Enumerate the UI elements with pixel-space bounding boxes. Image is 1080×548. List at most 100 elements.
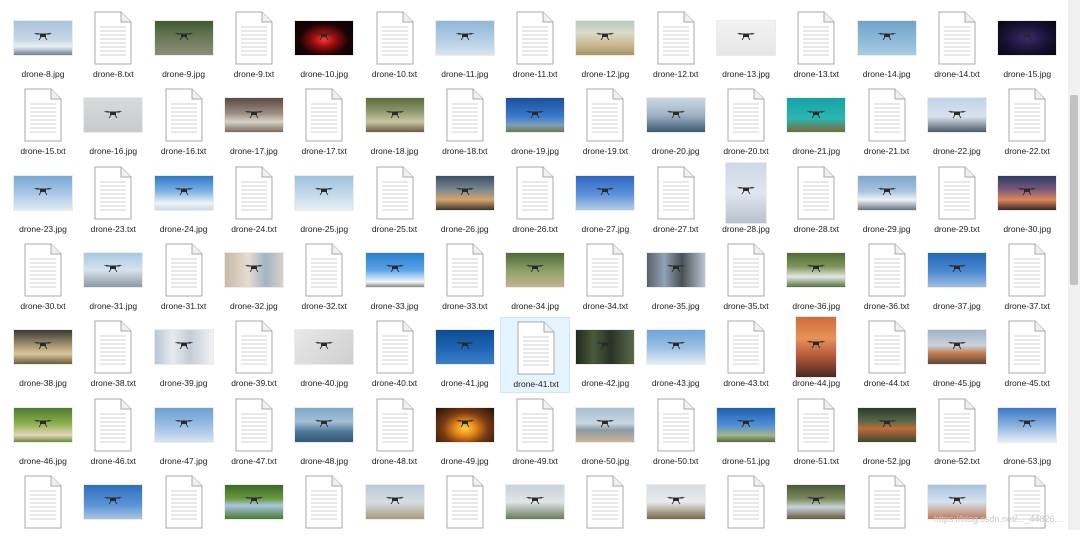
text-file-item[interactable] — [852, 472, 922, 548]
image-file-item[interactable] — [922, 472, 992, 548]
text-file-item[interactable]: drone-47.txt — [219, 395, 289, 471]
text-file-item[interactable]: drone-11.txt — [500, 8, 570, 84]
text-file-item[interactable]: drone-31.txt — [149, 240, 219, 316]
text-file-item[interactable]: drone-38.txt — [78, 317, 148, 393]
text-file-item[interactable]: drone-21.txt — [852, 85, 922, 161]
text-file-item[interactable]: drone-15.txt — [8, 85, 78, 161]
image-file-item[interactable] — [781, 472, 851, 548]
image-file-item[interactable]: drone-51.jpg — [711, 395, 781, 471]
scroll-thumb[interactable] — [1070, 95, 1078, 285]
text-file-item[interactable]: drone-36.txt — [852, 240, 922, 316]
text-file-item[interactable]: drone-33.txt — [430, 240, 500, 316]
image-file-item[interactable]: drone-33.jpg — [360, 240, 430, 316]
text-file-item[interactable]: drone-13.txt — [781, 8, 851, 84]
text-file-item[interactable] — [149, 472, 219, 548]
image-file-item[interactable]: drone-40.jpg — [289, 317, 359, 393]
text-file-item[interactable]: drone-29.txt — [922, 163, 992, 239]
image-file-item[interactable] — [641, 472, 711, 548]
text-file-item[interactable]: drone-20.txt — [711, 85, 781, 161]
image-file-item[interactable]: drone-23.jpg — [8, 163, 78, 239]
image-file-item[interactable] — [500, 472, 570, 548]
image-file-item[interactable]: drone-9.jpg — [149, 8, 219, 84]
image-file-item[interactable]: drone-32.jpg — [219, 240, 289, 316]
image-file-item[interactable]: drone-52.jpg — [852, 395, 922, 471]
text-file-item[interactable]: drone-46.txt — [78, 395, 148, 471]
image-file-item[interactable]: drone-21.jpg — [781, 85, 851, 161]
image-file-item[interactable]: drone-34.jpg — [500, 240, 570, 316]
text-file-item[interactable] — [570, 472, 640, 548]
image-file-item[interactable]: drone-22.jpg — [922, 85, 992, 161]
text-file-item[interactable]: drone-10.txt — [360, 8, 430, 84]
image-file-item[interactable]: drone-26.jpg — [430, 163, 500, 239]
text-file-item[interactable]: drone-52.txt — [922, 395, 992, 471]
image-file-item[interactable]: drone-16.jpg — [78, 85, 148, 161]
image-file-item[interactable]: drone-49.jpg — [430, 395, 500, 471]
image-file-item[interactable]: drone-29.jpg — [852, 163, 922, 239]
text-file-item[interactable]: drone-50.txt — [641, 395, 711, 471]
text-file-item[interactable]: drone-40.txt — [360, 317, 430, 393]
text-file-item[interactable]: drone-24.txt — [219, 163, 289, 239]
image-file-item[interactable]: drone-12.jpg — [570, 8, 640, 84]
image-file-item[interactable]: drone-10.jpg — [289, 8, 359, 84]
image-file-item[interactable]: drone-18.jpg — [360, 85, 430, 161]
text-file-item[interactable]: drone-35.txt — [711, 240, 781, 316]
image-file-item[interactable]: drone-20.jpg — [641, 85, 711, 161]
image-file-item[interactable]: drone-46.jpg — [8, 395, 78, 471]
text-file-item[interactable]: drone-51.txt — [781, 395, 851, 471]
image-file-item[interactable]: drone-36.jpg — [781, 240, 851, 316]
image-file-item[interactable]: drone-25.jpg — [289, 163, 359, 239]
image-file-item[interactable]: drone-15.jpg — [992, 8, 1062, 84]
text-file-item[interactable]: drone-39.txt — [219, 317, 289, 393]
image-file-item[interactable]: drone-24.jpg — [149, 163, 219, 239]
image-file-item[interactable]: drone-38.jpg — [8, 317, 78, 393]
text-file-item[interactable]: drone-8.txt — [78, 8, 148, 84]
image-file-item[interactable]: drone-30.jpg — [992, 163, 1062, 239]
text-file-item[interactable]: drone-45.txt — [992, 317, 1062, 393]
text-file-item[interactable] — [8, 472, 78, 548]
text-file-item[interactable]: drone-9.txt — [219, 8, 289, 84]
text-file-item[interactable]: drone-49.txt — [500, 395, 570, 471]
text-file-item[interactable] — [289, 472, 359, 548]
image-file-item[interactable]: drone-50.jpg — [570, 395, 640, 471]
image-file-item[interactable]: drone-45.jpg — [922, 317, 992, 393]
image-file-item[interactable] — [78, 472, 148, 548]
vertical-scrollbar[interactable] — [1068, 0, 1080, 530]
text-file-item[interactable]: drone-23.txt — [78, 163, 148, 239]
image-file-item[interactable]: drone-27.jpg — [570, 163, 640, 239]
image-file-item[interactable]: drone-35.jpg — [641, 240, 711, 316]
image-file-item[interactable] — [219, 472, 289, 548]
text-file-item[interactable]: drone-16.txt — [149, 85, 219, 161]
image-file-item[interactable]: drone-31.jpg — [78, 240, 148, 316]
text-file-item[interactable]: drone-48.txt — [360, 395, 430, 471]
text-file-item[interactable]: drone-17.txt — [289, 85, 359, 161]
text-file-item[interactable] — [992, 472, 1062, 548]
image-file-item[interactable]: drone-13.jpg — [711, 8, 781, 84]
image-file-item[interactable]: drone-48.jpg — [289, 395, 359, 471]
image-file-item[interactable]: drone-14.jpg — [852, 8, 922, 84]
image-file-item[interactable]: drone-53.jpg — [992, 395, 1062, 471]
text-file-item[interactable]: drone-27.txt — [641, 163, 711, 239]
image-file-item[interactable]: drone-19.jpg — [500, 85, 570, 161]
text-file-item[interactable]: drone-43.txt — [711, 317, 781, 393]
text-file-item[interactable] — [711, 472, 781, 548]
text-file-item[interactable]: drone-28.txt — [781, 163, 851, 239]
image-file-item[interactable]: drone-47.jpg — [149, 395, 219, 471]
text-file-item[interactable]: drone-26.txt — [500, 163, 570, 239]
text-file-item[interactable]: drone-22.txt — [992, 85, 1062, 161]
image-file-item[interactable]: drone-28.jpg — [711, 162, 781, 239]
text-file-item[interactable]: drone-41.txt — [500, 317, 571, 394]
image-file-item[interactable]: drone-11.jpg — [430, 8, 500, 84]
text-file-item[interactable]: drone-25.txt — [360, 163, 430, 239]
text-file-item[interactable]: drone-19.txt — [570, 85, 640, 161]
image-file-item[interactable]: drone-41.jpg — [430, 317, 500, 393]
image-file-item[interactable]: drone-8.jpg — [8, 8, 78, 84]
image-file-item[interactable]: drone-44.jpg — [781, 317, 851, 393]
image-file-item[interactable]: drone-39.jpg — [149, 317, 219, 393]
image-file-item[interactable]: drone-42.jpg — [570, 317, 640, 393]
text-file-item[interactable]: drone-44.txt — [852, 317, 922, 393]
text-file-item[interactable] — [430, 472, 500, 548]
image-file-item[interactable]: drone-43.jpg — [641, 317, 711, 393]
text-file-item[interactable]: drone-12.txt — [641, 8, 711, 84]
image-file-item[interactable]: drone-37.jpg — [922, 240, 992, 316]
text-file-item[interactable]: drone-18.txt — [430, 85, 500, 161]
